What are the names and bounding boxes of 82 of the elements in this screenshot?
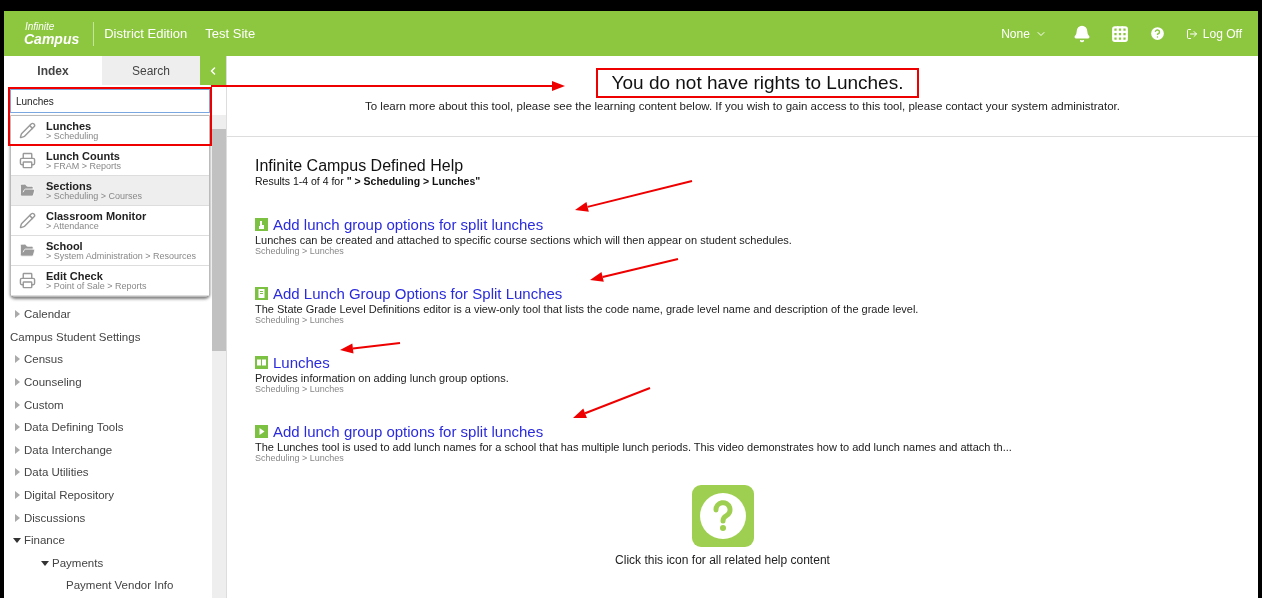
- tree-item[interactable]: Custom: [10, 393, 210, 416]
- result-title: Lunch Counts: [46, 149, 121, 162]
- document-icon: [255, 287, 268, 300]
- tree-item[interactable]: Data Utilities: [10, 461, 210, 484]
- result-path: > Point of Sale > Reports: [46, 281, 147, 292]
- results-summary: Results 1-4 of 4 for " > Scheduling > Lunches": [255, 175, 482, 187]
- caret-right-icon: [13, 355, 21, 364]
- result-item[interactable]: Edit Check > Point of Sale > Reports: [11, 266, 209, 296]
- caret-right-icon: [13, 491, 21, 500]
- question-icon: [697, 491, 748, 541]
- folder-icon: [19, 242, 36, 259]
- logout-icon: [1185, 27, 1198, 40]
- help-link[interactable]: Lunches: [255, 354, 330, 371]
- help-path: Scheduling > Lunches: [255, 246, 344, 256]
- folder-icon: [19, 182, 36, 199]
- site-label: Test Site: [205, 26, 256, 41]
- help-link[interactable]: Add lunch group options for split lunches: [255, 216, 544, 233]
- printer-icon: [19, 152, 36, 169]
- edition-label: District Edition: [104, 26, 188, 41]
- caret-right-icon: [13, 513, 21, 522]
- result-item[interactable]: Lunch Counts > FRAM > Reports: [11, 146, 209, 176]
- grid-icon[interactable]: [1110, 24, 1129, 43]
- result-path: > FRAM > Reports: [46, 161, 122, 172]
- pencil-icon: [19, 122, 36, 139]
- help-path: Scheduling > Lunches: [255, 384, 344, 394]
- sidebar-tab[interactable]: Search: [102, 56, 200, 85]
- help-icon[interactable]: [1148, 25, 1166, 42]
- tree-item[interactable]: Digital Repository: [10, 483, 210, 507]
- help-link[interactable]: Add lunch group options for split lunches: [255, 423, 544, 440]
- caret-right-icon: [13, 378, 21, 387]
- all-help-caption: Click this icon for all related help content: [615, 553, 830, 567]
- caret-right-icon: [13, 310, 21, 319]
- tree-item[interactable]: Data Interchange: [10, 438, 210, 462]
- result-item[interactable]: Lunches > Scheduling: [11, 116, 209, 146]
- help-description: The State Grade Level Definitions editor is a view-only tool that lists the code name, grade level name and description of the grade level.: [255, 303, 919, 315]
- tree-item[interactable]: Calendar: [10, 303, 210, 326]
- result-title: Lunches: [46, 119, 93, 132]
- help-path: Scheduling > Lunches: [255, 453, 344, 463]
- result-path: > Attendance: [46, 221, 100, 232]
- tree-item[interactable]: Payment Vendor Info: [66, 574, 210, 597]
- result-path: > Scheduling: [46, 131, 99, 142]
- tree-item[interactable]: Data Defining Tools: [10, 415, 210, 439]
- help-title: Infinite Campus Defined Help: [255, 157, 465, 175]
- result-path: > System Administration > Resources: [46, 251, 197, 262]
- info-text: To learn more about this tool, please see the learning content below. If you wish to gain access to this tool, please contact your system administrator.: [365, 100, 1120, 112]
- help-description: The Lunches tool is used to add lunch names for a school that has multiple lunch periods. This video demonstrates how to add lunch names and attach th...: [255, 441, 1012, 453]
- tree-item[interactable]: Finance: [10, 528, 210, 552]
- caret-down-icon: [41, 558, 49, 567]
- result-title: Edit Check: [46, 269, 104, 282]
- caret-down-icon: [13, 536, 21, 545]
- pencil-icon: [19, 212, 36, 229]
- result-item[interactable]: School > System Administration > Resources: [11, 236, 209, 266]
- help-link[interactable]: Add Lunch Group Options for Split Lunches: [255, 285, 563, 302]
- tree-item[interactable]: Campus Student Settings: [10, 325, 210, 349]
- bell-icon[interactable]: [1072, 24, 1091, 43]
- result-item[interactable]: Classroom Monitor > Attendance: [11, 206, 209, 236]
- rights-message: You do not have rights to Lunches.: [595, 68, 920, 98]
- printer-icon: [19, 272, 36, 289]
- help-description: Provides information on adding lunch group options.: [255, 372, 509, 384]
- book-icon: [255, 356, 268, 369]
- result-item[interactable]: Sections > Scheduling > Courses: [11, 176, 209, 206]
- search-field[interactable]: Lunches: [10, 89, 210, 113]
- tree-item[interactable]: Payments: [38, 551, 210, 575]
- logo: Infinite Campus: [24, 21, 95, 46]
- collapse-button[interactable]: [200, 56, 226, 85]
- help-description: Lunches can be created and attached to specific course sections which will then appear on student schedules.: [255, 234, 792, 246]
- caret-right-icon: [13, 423, 21, 432]
- result-title: School: [46, 239, 84, 252]
- play-icon: [255, 425, 268, 438]
- caret-right-icon: [13, 400, 21, 409]
- result-path: > Scheduling > Courses: [46, 191, 143, 202]
- annotation-arrow: [340, 342, 401, 354]
- caret-right-icon: [13, 468, 21, 477]
- result-title: Classroom Monitor: [46, 209, 147, 222]
- result-title: Sections: [46, 179, 93, 192]
- scrollbar[interactable]: [212, 115, 226, 598]
- caret-right-icon: [13, 445, 21, 454]
- tree-item[interactable]: Counseling: [10, 370, 210, 394]
- tree-item[interactable]: Discussions: [10, 506, 210, 529]
- all-help-button[interactable]: [691, 485, 754, 547]
- help-path: Scheduling > Lunches: [255, 315, 344, 325]
- tree-item[interactable]: Census: [10, 348, 210, 371]
